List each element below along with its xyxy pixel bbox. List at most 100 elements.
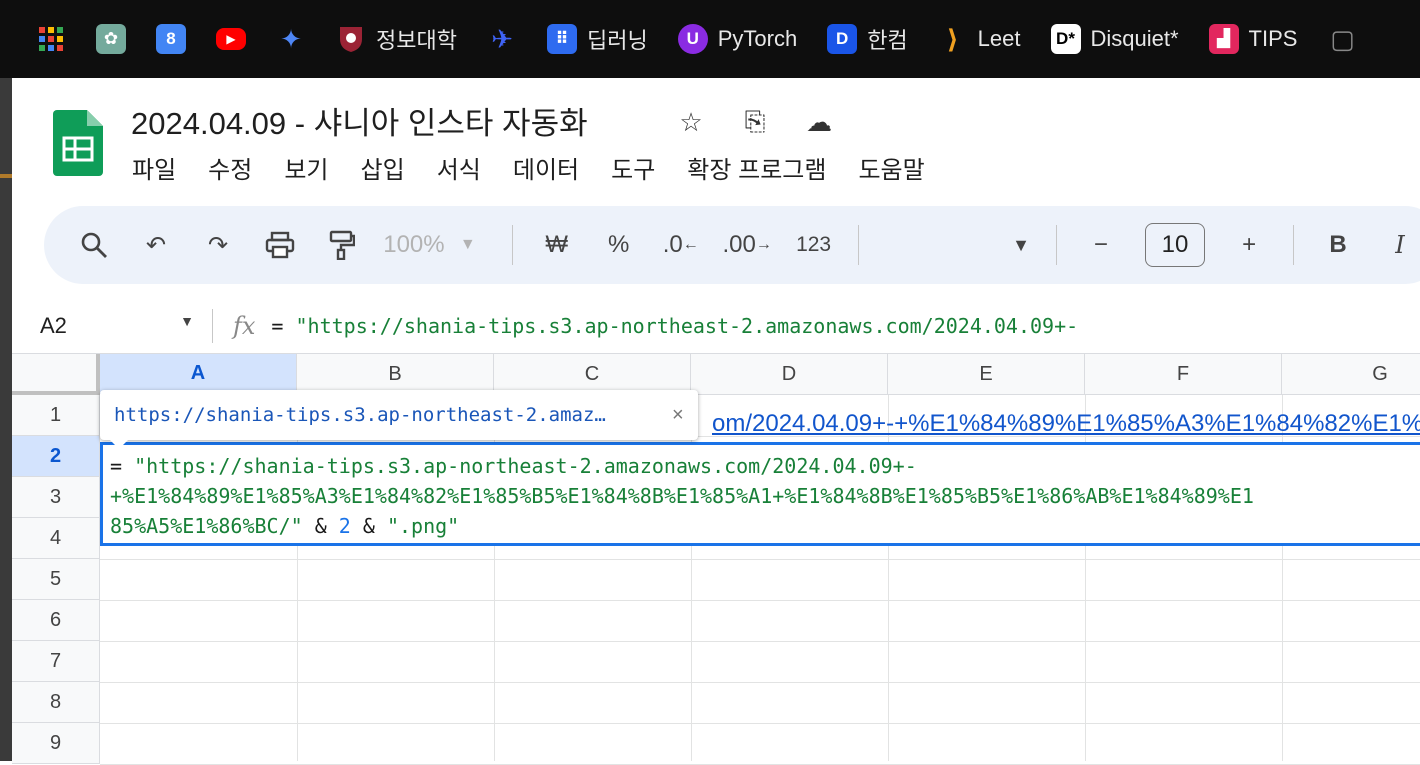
menu-item[interactable]: 확장 프로그램 — [687, 150, 826, 185]
star-icon[interactable]: ☆ — [672, 107, 710, 138]
row-header[interactable]: 4 — [12, 518, 100, 559]
google-sheets-logo-icon[interactable] — [53, 110, 103, 176]
print-icon[interactable] — [262, 231, 298, 259]
menu-item[interactable]: 서식 — [437, 150, 481, 185]
university-shield-icon — [336, 24, 366, 54]
editor-line-2: +%E1%84%89%E1%85%A3%E1%84%82%E1%85%B5%E1… — [110, 481, 1420, 511]
document-title[interactable]: 2024.04.09 - 샤니아 인스타 자동화 — [131, 98, 588, 143]
search-menus-icon[interactable] — [76, 231, 112, 259]
tooltip-link[interactable]: https://shania-tips.s3.ap-northeast-2.am… — [114, 404, 662, 426]
bookmark-item[interactable]: 정보대학 — [336, 23, 457, 55]
menu-item[interactable]: 도구 — [611, 150, 655, 185]
font-size-input[interactable]: 10 — [1144, 223, 1206, 267]
bookmark-item[interactable]: D 한컴 — [827, 23, 908, 55]
sheets-app: 2024.04.09 - 샤니아 인스타 자동화 ☆ ⎘ ☁ 파일 수정 보기 삽입 서… — [12, 78, 1420, 765]
window-edge — [0, 78, 12, 761]
bookmark-label: 한컴 — [867, 28, 908, 53]
folder-icon: ▢ — [1330, 23, 1355, 54]
hancom-d-icon: D — [827, 24, 858, 54]
formula-bar: A2 ▼ fx = "https://shania-tips.s3.ap-nor… — [12, 298, 1420, 354]
menu-item[interactable]: 파일 — [132, 150, 176, 185]
editor-prefix: = — [110, 454, 135, 478]
menu-item[interactable]: 수정 — [208, 150, 252, 185]
column-header-e[interactable]: E — [888, 354, 1085, 395]
editor-string-2: +%E1%84%89%E1%85%A3%E1%84%82%E1%85%B5%E1… — [110, 484, 1254, 508]
percent-format-button[interactable]: % — [601, 231, 637, 259]
row-header[interactable]: 1 — [12, 395, 100, 436]
cell-reference: A2 — [40, 312, 67, 338]
row-header[interactable]: 2 — [12, 436, 100, 477]
zoom-dropdown-icon[interactable]: ▼ — [450, 236, 486, 254]
name-box[interactable]: A2 ▼ — [12, 313, 212, 339]
column-header-g[interactable]: G — [1282, 354, 1420, 395]
bookmark-item[interactable]: ✿ — [96, 24, 126, 54]
column-header-b[interactable]: B — [297, 354, 494, 395]
menu-item[interactable]: 삽입 — [361, 150, 405, 185]
bookmarks-bar: ✿ 8 ▶ ✦ 정보대학 ✈ ⠿ 딥러닝 U PyTorch D 한컴 ⟩ Leet D* Disquiet*… — [0, 0, 1420, 78]
bookmark-item[interactable]: ▟ TIPS — [1208, 24, 1298, 54]
increase-decimal-label: .00 — [722, 231, 756, 258]
column-header-d[interactable]: D — [691, 354, 888, 395]
row-header[interactable]: 3 — [12, 477, 100, 518]
row-header[interactable]: 9 — [12, 723, 100, 764]
title-actions: ☆ ⎘ ☁ — [672, 106, 838, 138]
zoom-select[interactable]: 100% — [383, 231, 445, 259]
italic-button[interactable]: I — [1382, 231, 1418, 259]
currency-format-button[interactable]: ₩ — [539, 231, 575, 259]
undo-icon[interactable]: ↶ — [138, 231, 174, 260]
close-icon[interactable]: × — [672, 404, 684, 427]
bookmark-item[interactable]: ▢ — [1327, 24, 1357, 54]
bold-button[interactable]: B — [1320, 231, 1356, 259]
menu-item[interactable]: 데이터 — [513, 150, 579, 185]
menu-item[interactable]: 보기 — [284, 150, 328, 185]
chevron-down-icon: ▼ — [1012, 234, 1030, 255]
bookmark-item[interactable]: D* Disquiet* — [1050, 24, 1179, 54]
row-header[interactable]: 5 — [12, 559, 100, 600]
cell-a2-editor[interactable]: = "https://shania-tips.s3.ap-northeast-2… — [100, 442, 1420, 546]
column-header-a[interactable]: A — [100, 354, 297, 395]
decrease-font-size-button[interactable]: − — [1083, 231, 1119, 259]
bookmark-item[interactable]: ▶ — [216, 28, 246, 50]
increase-font-size-button[interactable]: + — [1231, 231, 1267, 259]
formula-prefix: = — [271, 313, 296, 338]
decrease-decimal-button[interactable]: .0 ← — [663, 231, 699, 259]
bookmark-item[interactable]: ✈ — [487, 24, 517, 54]
toolbar-divider — [857, 225, 859, 265]
cloud-saved-icon[interactable]: ☁ — [800, 107, 838, 138]
arrow-left-icon: ← — [682, 236, 699, 253]
row-header[interactable]: 8 — [12, 682, 100, 723]
row-header[interactable]: 6 — [12, 600, 100, 641]
grid-line — [100, 682, 1420, 683]
formula-input[interactable]: = "https://shania-tips.s3.ap-northeast-2… — [271, 314, 1078, 338]
concat-operator: & — [302, 514, 339, 538]
column-header-c[interactable]: C — [494, 354, 691, 395]
menu-item[interactable]: 도움말 — [858, 150, 924, 185]
font-select[interactable]: ▼ — [885, 235, 1030, 256]
editor-string-3: 85%A5%E1%86%BC/" — [110, 514, 303, 538]
select-all-corner[interactable] — [12, 354, 100, 395]
row-header[interactable]: 7 — [12, 641, 100, 682]
bookmark-label: TIPS — [1248, 26, 1298, 51]
grid-line — [100, 559, 1420, 560]
tips-icon: ▟ — [1208, 24, 1239, 54]
bookmark-item[interactable]: U PyTorch — [677, 24, 797, 54]
column-header-f[interactable]: F — [1085, 354, 1282, 395]
bookmark-label: Leet — [977, 26, 1021, 51]
more-formats-button[interactable]: 123 — [796, 233, 832, 257]
increase-decimal-button[interactable]: .00 → — [722, 231, 771, 259]
zoom-value: 100% — [383, 231, 445, 258]
bookmark-item[interactable]: ⠿ 딥러닝 — [546, 23, 648, 55]
bookmark-item[interactable]: ✦ — [276, 24, 306, 54]
move-to-folder-icon[interactable]: ⎘ — [736, 106, 774, 138]
formula-divider — [212, 308, 213, 343]
cell-a1-link[interactable]: om/2024.04.09+-+%E1%84%89%E1%85%A3%E1%84… — [712, 410, 1420, 438]
chevron-down-icon: ▼ — [180, 312, 194, 329]
editor-string-1: "https://shania-tips.s3.ap-northeast-2.a… — [134, 454, 917, 478]
bookmark-item[interactable] — [36, 24, 66, 54]
redo-icon[interactable]: ↷ — [200, 231, 236, 260]
paint-format-icon[interactable] — [324, 230, 360, 260]
bookmark-item[interactable]: ⟩ Leet — [938, 24, 1021, 54]
bookmark-item[interactable]: 8 — [156, 24, 186, 54]
formula-string: "https://shania-tips.s3.ap-northeast-2.a… — [295, 313, 1079, 338]
leetcode-icon: ⟩ — [946, 23, 959, 54]
